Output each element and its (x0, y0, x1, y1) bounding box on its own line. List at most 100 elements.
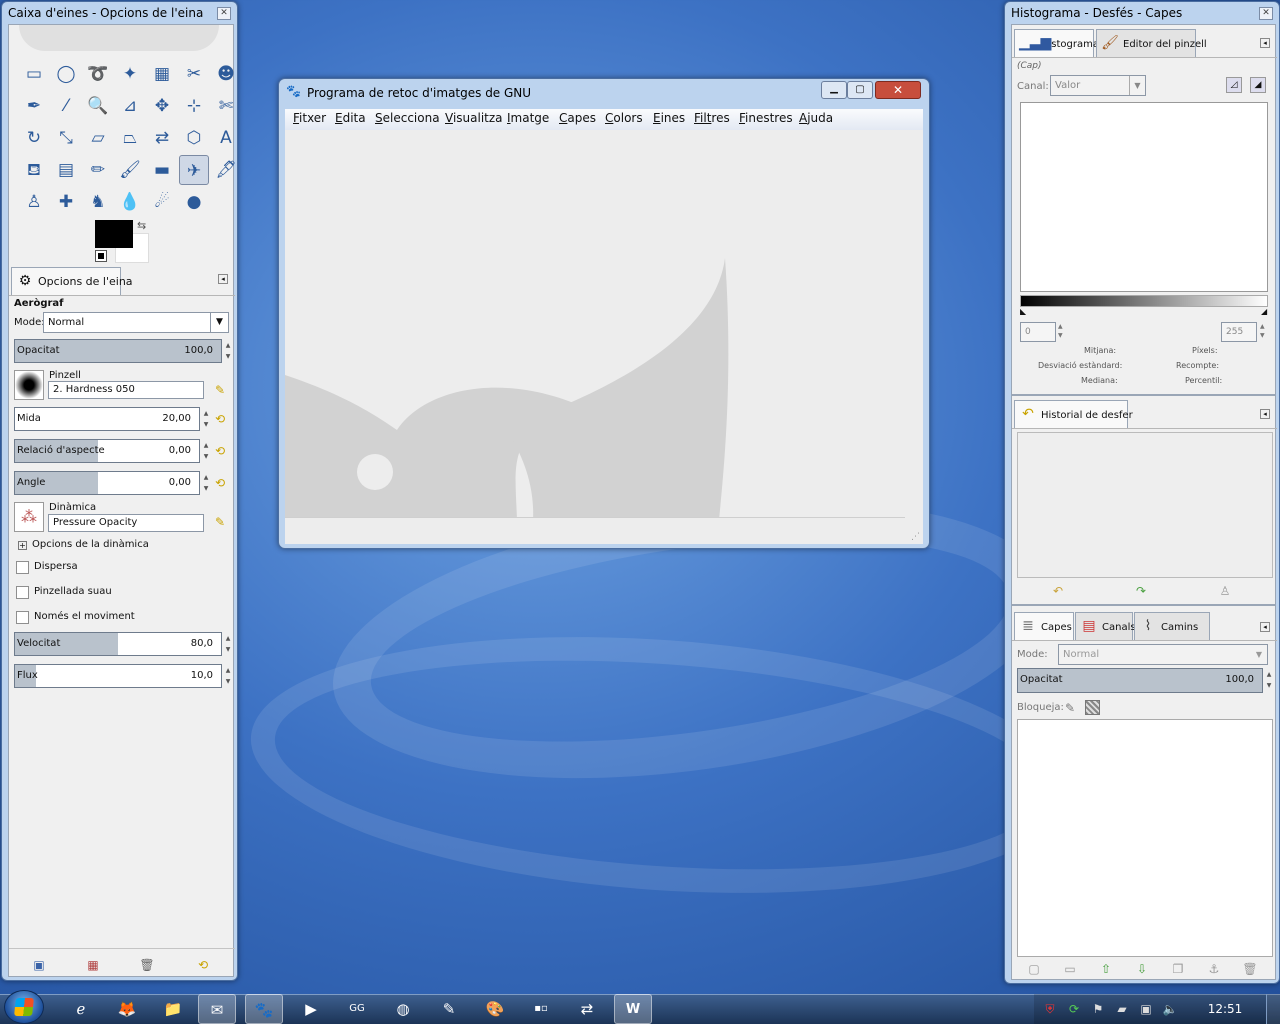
flip-icon[interactable]: ⇄ (147, 123, 177, 153)
menu-item[interactable]: Capes (559, 111, 596, 125)
tab-undo-history[interactable]: ↶ Historial de desfer (1014, 400, 1133, 428)
airbrush-icon[interactable]: ✈ (179, 155, 209, 185)
opacity-slider[interactable]: Opacitat 100,0 ▲ ▼ (14, 339, 230, 363)
geogebra-icon[interactable]: GG (338, 994, 376, 1024)
layers-opacity-spinner[interactable]: ▲ ▼ (1264, 669, 1274, 691)
menu-item[interactable]: Imatge (507, 111, 549, 125)
firefox-icon[interactable]: 🦊 (108, 994, 146, 1024)
smudge-icon[interactable]: ☄ (147, 187, 177, 217)
size-spinner[interactable]: ▲ ▼ (201, 408, 211, 430)
clock[interactable]: 12:51 (1200, 1002, 1250, 1016)
channel-select[interactable]: Valor ▼ (1050, 75, 1146, 96)
menu-item[interactable]: Selecciona (375, 111, 440, 125)
cage-icon[interactable]: ⬡ (179, 123, 209, 153)
menu-item[interactable]: Eines (653, 111, 685, 125)
duplicate-layer-icon[interactable]: ❐ (1170, 961, 1186, 977)
menu-item[interactable]: Edita (335, 111, 366, 125)
clone-icon[interactable]: ♙ (19, 187, 49, 217)
foreground-color-swatch[interactable] (95, 220, 133, 248)
delete-options-icon[interactable]: 🗑 (139, 957, 155, 973)
reset-aspect-icon[interactable]: ⟲ (212, 443, 228, 459)
network-app-icon[interactable]: ⇄ (568, 994, 606, 1024)
reset-options-icon[interactable]: ⟲ (195, 957, 211, 973)
undo-button-icon[interactable]: ↶ (1050, 583, 1066, 599)
layers-opacity-slider[interactable]: Opacitat 100,0 ▲ ▼ (1017, 668, 1271, 693)
menu-item[interactable]: Finestres (739, 111, 793, 125)
move-icon[interactable]: ✥ (147, 91, 177, 121)
lower-layer-icon[interactable]: ⇩ (1134, 961, 1150, 977)
new-layer-icon[interactable]: ▢ (1026, 961, 1042, 977)
maximize-button[interactable]: ▢ (847, 81, 873, 99)
redo-button-icon[interactable]: ↷ (1133, 583, 1149, 599)
clear-history-icon[interactable]: ♙ (1217, 583, 1233, 599)
raise-layer-icon[interactable]: ⇧ (1098, 961, 1114, 977)
paint-icon[interactable]: 🎨 (476, 994, 514, 1024)
flow-slider[interactable]: Flux 10,0 ▲ ▼ (14, 664, 230, 688)
brush-preview[interactable] (14, 370, 44, 400)
minimize-button[interactable]: ▁ (821, 81, 847, 99)
tab-layers[interactable]: ≣ Capes (1014, 612, 1074, 640)
antivirus-icon[interactable]: ⛨ (1042, 1001, 1058, 1017)
close-button[interactable]: ✕ (875, 81, 921, 99)
angle-slider[interactable]: Angle 0,00 ▲ ▼ (14, 471, 208, 495)
lock-alpha-icon[interactable] (1085, 700, 1100, 715)
close-icon[interactable]: ✕ (1259, 7, 1273, 20)
menu-item[interactable]: Filtres (694, 111, 730, 125)
dodge-burn-icon[interactable]: ● (179, 187, 209, 217)
paths-icon[interactable]: ✒ (19, 91, 49, 121)
reset-angle-icon[interactable]: ⟲ (212, 475, 228, 491)
anchor-layer-icon[interactable]: ⚓ (1206, 961, 1222, 977)
rate-spinner[interactable]: ▲ ▼ (223, 633, 233, 655)
save-options-icon[interactable]: ▣ (31, 957, 47, 973)
notepad-icon[interactable]: ✎ (430, 994, 468, 1024)
crop-icon[interactable]: ✄ (211, 91, 241, 121)
network-icon[interactable]: ▣ (1138, 1001, 1154, 1017)
range-max-field[interactable]: 255 (1221, 322, 1257, 342)
media-player-icon[interactable]: ▶ (292, 994, 330, 1024)
heal-icon[interactable]: ✚ (51, 187, 81, 217)
range-start-handle[interactable]: ◣ (1020, 307, 1026, 316)
eraser-icon[interactable]: ▬ (147, 155, 177, 185)
log-histogram-icon[interactable]: ◢ (1250, 77, 1266, 93)
menu-item[interactable]: Visualitza (445, 111, 503, 125)
scale-icon[interactable]: ⤡ (51, 123, 81, 153)
edit-dynamics-icon[interactable]: ✎ (212, 514, 228, 530)
zoom-icon[interactable]: 🔍 (83, 91, 113, 121)
close-icon[interactable]: ✕ (217, 7, 231, 20)
sync-icon[interactable]: ⟳ (1066, 1001, 1082, 1017)
restore-options-icon[interactable]: ▦ (85, 957, 101, 973)
range-end-handle[interactable]: ◢ (1261, 307, 1267, 316)
volume-icon[interactable]: 🔈 (1162, 1001, 1178, 1017)
internet-explorer-icon[interactable]: ℯ (62, 994, 100, 1024)
new-layer-group-icon[interactable]: ▭ (1062, 961, 1078, 977)
opacity-spinner[interactable]: ▲ ▼ (223, 340, 233, 362)
paintbrush-icon[interactable]: 🖌 (115, 155, 145, 185)
gimp-task-icon[interactable]: 🐾 (245, 994, 283, 1024)
tab-menu-icon[interactable]: ◂ (218, 274, 228, 284)
flag-icon[interactable]: ⚑ (1090, 1001, 1106, 1017)
resize-grip-icon[interactable]: ⋰ (911, 532, 920, 542)
rate-slider[interactable]: Velocitat 80,0 ▲ ▼ (14, 632, 230, 656)
brush-field[interactable]: 2. Hardness 050 (48, 381, 204, 399)
perspective-clone-icon[interactable]: ♞ (83, 187, 113, 217)
tab-tool-options[interactable]: ⚙ Opcions de l'eina (11, 267, 133, 295)
motion-only-checkbox[interactable] (16, 611, 29, 624)
rotate-icon[interactable]: ↻ (19, 123, 49, 153)
lock-pixels-icon[interactable]: ✎ (1062, 700, 1078, 716)
blur-icon[interactable]: 💧 (115, 187, 145, 217)
shear-icon[interactable]: ▱ (83, 123, 113, 153)
edit-brush-icon[interactable]: ✎ (212, 382, 228, 398)
smooth-stroke-checkbox[interactable] (16, 586, 29, 599)
layers-list[interactable] (1017, 719, 1273, 957)
scatter-checkbox[interactable] (16, 561, 29, 574)
free-select-icon[interactable]: ➰ (83, 59, 113, 89)
explorer-icon[interactable]: 📁 (154, 994, 192, 1024)
undo-list[interactable] (1017, 432, 1273, 578)
bucket-fill-icon[interactable]: ⛾ (19, 155, 49, 185)
angle-spinner[interactable]: ▲ ▼ (201, 472, 211, 494)
layers-mode-select[interactable]: Normal ▼ (1058, 644, 1268, 665)
histogram-view[interactable] (1020, 102, 1268, 292)
size-slider[interactable]: Mida 20,00 ▲ ▼ (14, 407, 208, 431)
aspect-slider[interactable]: Relació d'aspecte 0,00 ▲ ▼ (14, 439, 208, 463)
delete-layer-icon[interactable]: 🗑 (1242, 961, 1258, 977)
